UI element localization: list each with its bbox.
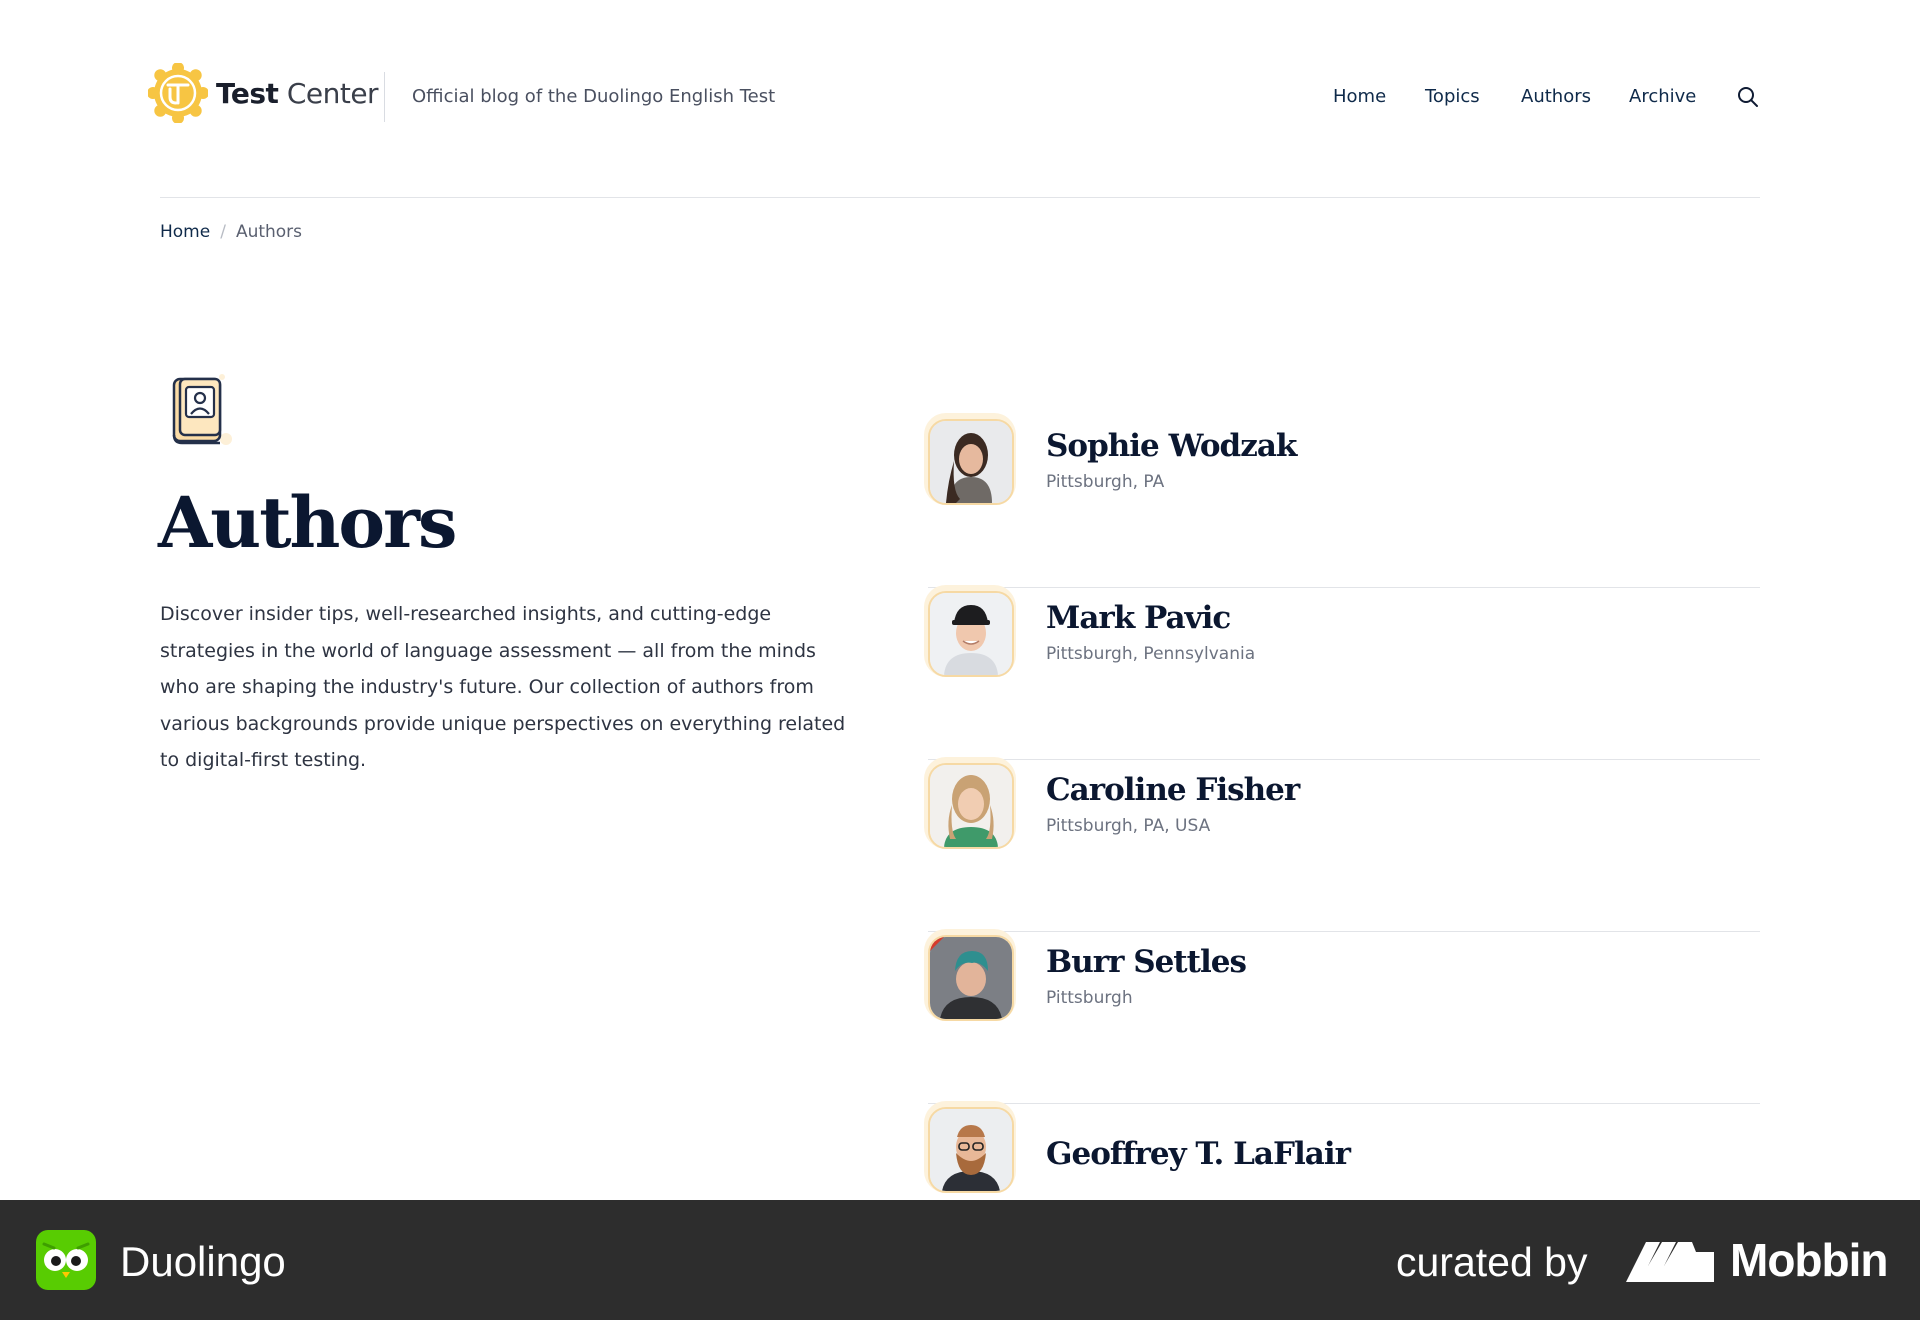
author-avatar[interactable] <box>928 591 1014 677</box>
header-rule <box>160 197 1760 198</box>
test-center-logo-icon[interactable] <box>148 63 208 123</box>
mobbin-logo-icon <box>1626 1242 1714 1282</box>
nav-topics[interactable]: Topics <box>1425 84 1480 110</box>
author-name[interactable]: Sophie Wodzak <box>1046 424 1297 468</box>
curated-by-label: curated by <box>1396 1239 1588 1285</box>
brand-name-light: Center <box>286 77 379 110</box>
curator-name: Mobbin <box>1730 1234 1888 1286</box>
attribution-bar: Duolingo curated by Mobbin <box>0 1200 1920 1320</box>
breadcrumb-current: Authors <box>235 222 303 242</box>
avatar-wrap <box>924 1101 1016 1195</box>
duolingo-owl-icon <box>36 1230 96 1290</box>
header-divider <box>384 72 385 122</box>
page-title: Authors <box>158 481 457 564</box>
avatar-wrap <box>924 585 1016 679</box>
site-tagline: Official blog of the Duolingo English Te… <box>412 86 776 107</box>
search-icon[interactable] <box>1736 85 1760 109</box>
author-avatar[interactable] <box>928 763 1014 849</box>
author-name[interactable]: Mark Pavic <box>1046 596 1231 640</box>
avatar-wrap <box>924 413 1016 507</box>
intro-text: Discover insider tips, well-researched i… <box>160 603 846 771</box>
author-list: Sophie Wodzak Pittsburgh, PA Mark Pavic … <box>924 413 1760 1276</box>
breadcrumb-home[interactable]: Home <box>160 222 210 242</box>
brand-name-bold: Test <box>216 77 279 110</box>
author-row[interactable]: Burr Settles Pittsburgh <box>924 929 1760 1104</box>
breadcrumb: Home / Authors <box>160 220 302 244</box>
author-row[interactable]: Caroline Fisher Pittsburgh, PA, USA <box>924 757 1760 932</box>
author-name[interactable]: Geoffrey T. LaFlair <box>1046 1132 1351 1176</box>
author-row[interactable]: Mark Pavic Pittsburgh, Pennsylvania <box>924 585 1760 760</box>
author-book-icon <box>172 374 232 445</box>
author-avatar[interactable] <box>928 935 1014 1021</box>
avatar-wrap <box>924 757 1016 851</box>
author-location: Pittsburgh, PA, USA <box>1046 816 1211 836</box>
author-location: Pittsburgh, Pennsylvania <box>1046 644 1256 664</box>
author-location: Pittsburgh, PA <box>1046 472 1165 492</box>
author-location: Pittsburgh <box>1046 988 1133 1008</box>
brand-name[interactable]: Test Center <box>216 74 379 114</box>
author-name[interactable]: Burr Settles <box>1046 940 1247 984</box>
author-avatar[interactable] <box>928 1107 1014 1193</box>
nav-authors[interactable]: Authors <box>1521 84 1591 110</box>
author-row[interactable]: Sophie Wodzak Pittsburgh, PA <box>924 413 1760 588</box>
app-name: Duolingo <box>120 1238 286 1285</box>
nav-archive[interactable]: Archive <box>1629 84 1696 110</box>
breadcrumb-separator: / <box>220 222 226 242</box>
nav-home[interactable]: Home <box>1333 84 1386 110</box>
site-header: Test Center Official blog of the Duoling… <box>0 0 1920 198</box>
avatar-wrap <box>924 929 1016 1023</box>
author-avatar[interactable] <box>928 419 1014 505</box>
author-name[interactable]: Caroline Fisher <box>1046 768 1300 812</box>
